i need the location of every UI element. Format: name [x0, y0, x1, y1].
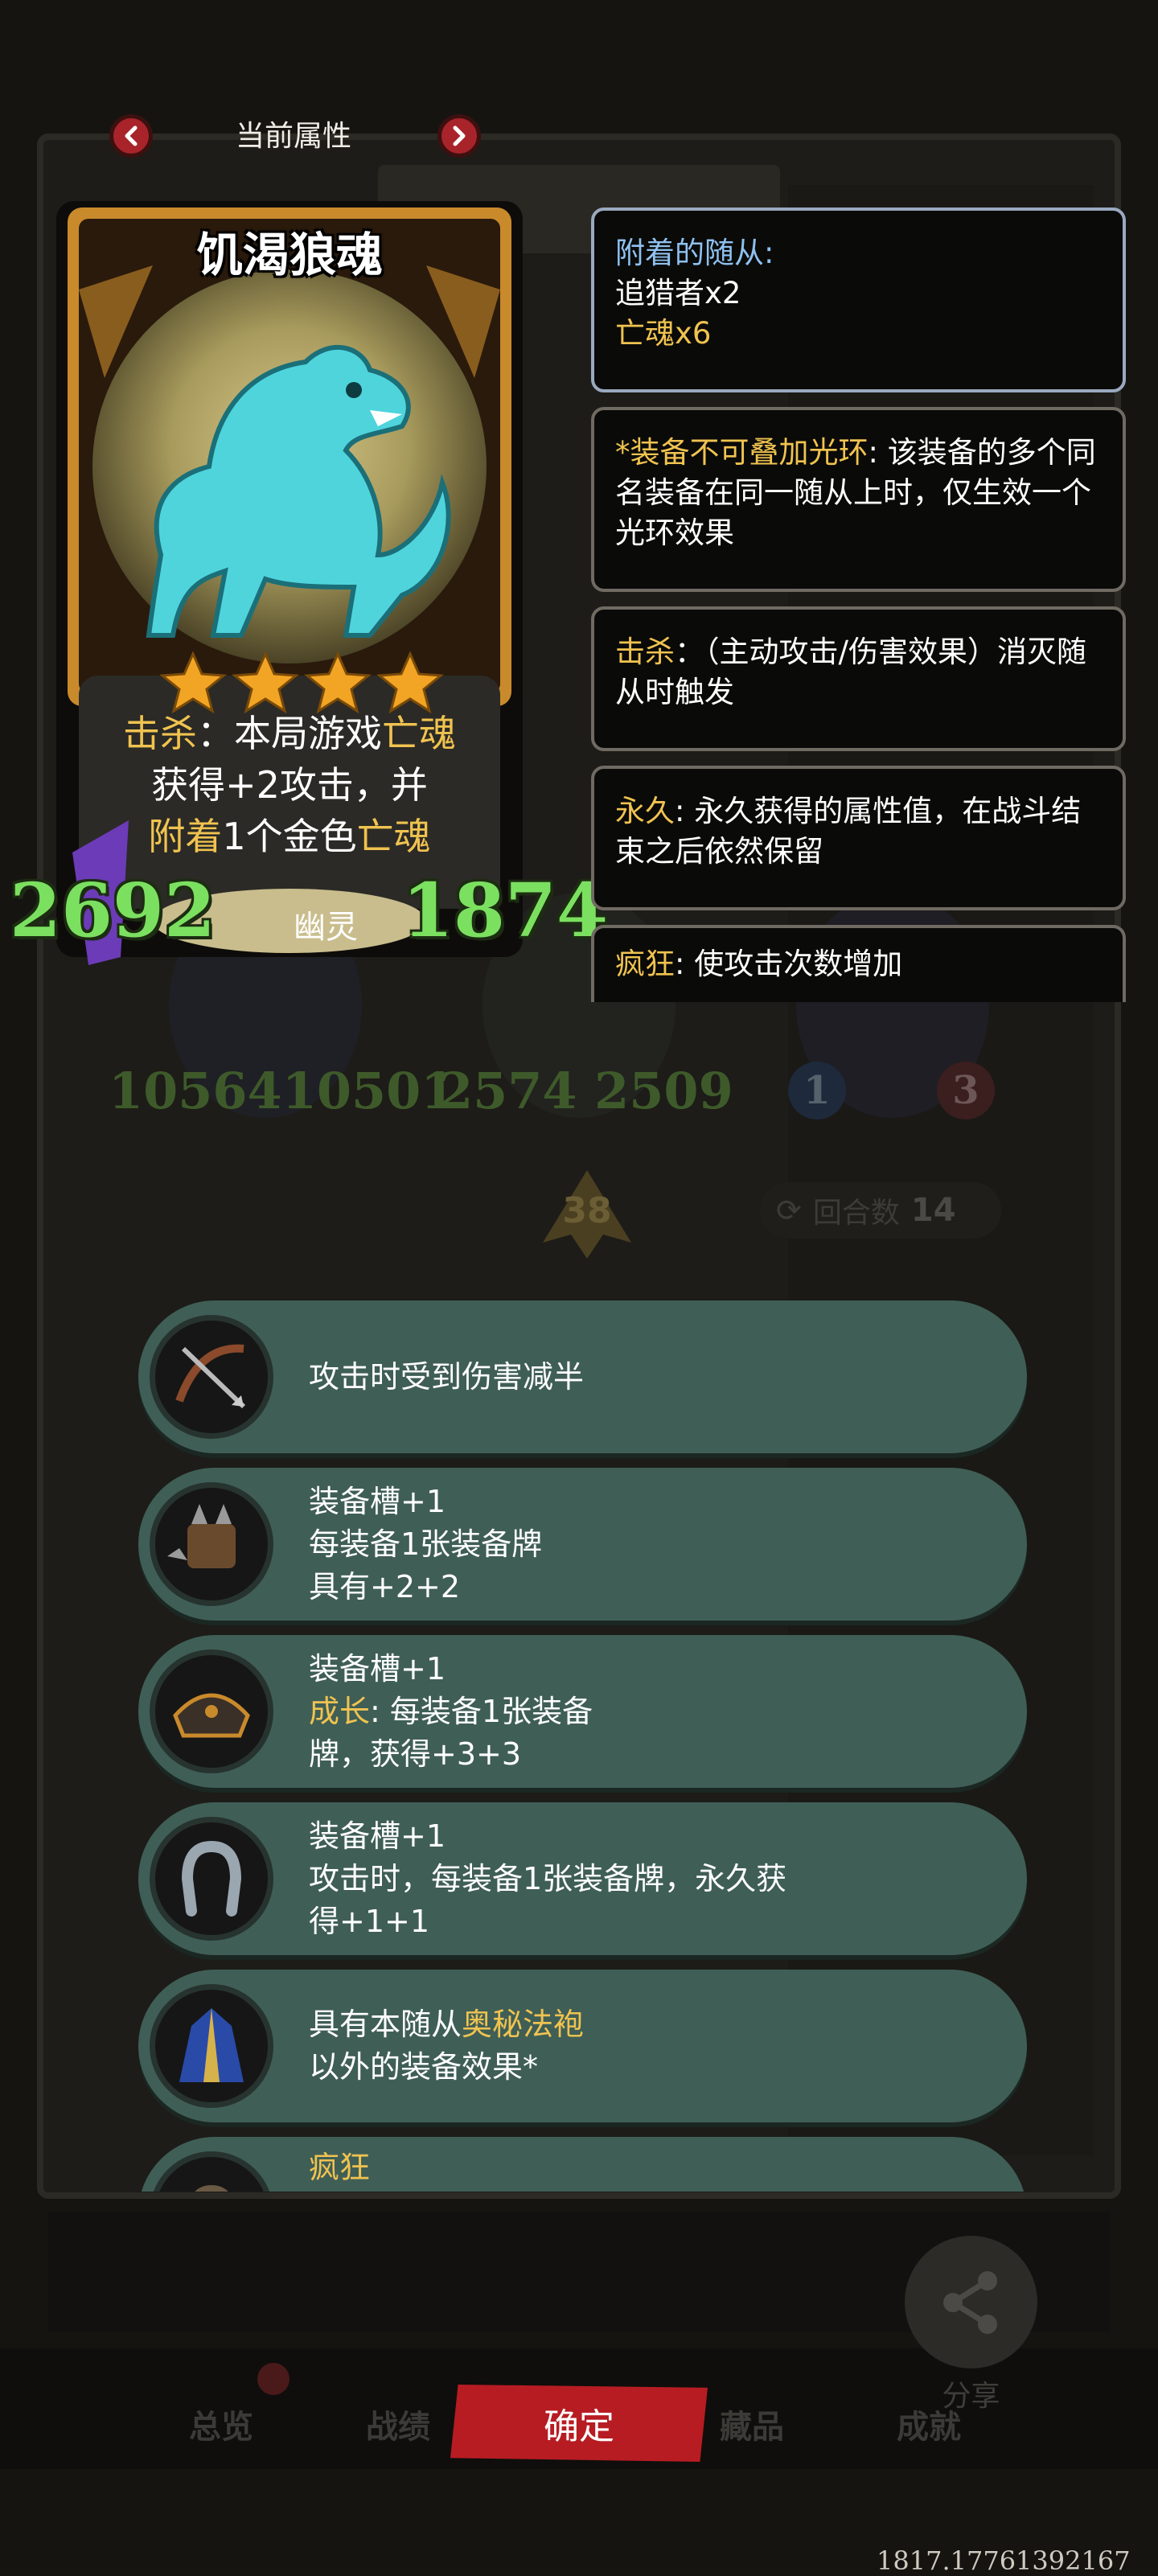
soul-keyword: 亡魂 — [382, 712, 456, 755]
tribe-label: 幽灵 — [294, 909, 358, 946]
page-title: 当前属性 — [235, 120, 351, 153]
bg-badge-b-value: 3 — [952, 1068, 979, 1113]
bg-badge-a-value: 1 — [803, 1068, 831, 1113]
attached-item-hunter: 追猎者x2 — [615, 276, 741, 310]
chevron-left-icon — [125, 125, 138, 146]
attached-minions-panel: 附着的随从: 追猎者x2 亡魂x6 — [591, 207, 1126, 392]
notification-badge — [257, 2363, 290, 2395]
ghost-wolf-art — [146, 345, 451, 638]
bg-tier-value: 38 — [562, 1190, 612, 1231]
bg-round-label: 回合数 — [812, 1197, 900, 1230]
card-name: 饥渴狼魂 — [195, 228, 383, 282]
permanent-text: : 永久获得的属性值，在战斗结束之后依然保留 — [615, 794, 1082, 869]
card-desc-line-2: 获得+2攻击，并 — [151, 763, 428, 807]
attack-value: 2692 — [10, 867, 216, 954]
bg-round-counter: ⟳ 回合数 14 — [760, 1182, 1001, 1239]
minion-card: 饥渴狼魂 击杀：本局游戏亡魂 获得+2攻击，并 附着1个金色亡魂 2692 幽灵… — [10, 193, 608, 973]
attach-keyword: 附着 — [148, 815, 223, 858]
kill-keyword: 击杀 — [123, 712, 197, 755]
nav-tab-achievements[interactable]: 成就 — [897, 2401, 961, 2447]
nav-tab-records[interactable]: 战绩 — [366, 2401, 430, 2447]
prev-arrow-button[interactable] — [109, 114, 153, 158]
frenzy-keyword: 疯狂 — [615, 947, 675, 981]
aura-rule-panel: *装备不可叠加光环: 该装备的多个同名装备在同一随从上时，仅生效一个光环效果 — [591, 407, 1126, 592]
star-icon — [304, 651, 372, 714]
next-arrow-button[interactable] — [437, 114, 481, 158]
card-desc-line-3: 附着1个金色亡魂 — [96, 811, 482, 862]
card-description: 击杀：本局游戏亡魂 获得+2攻击，并 附着1个金色亡魂 — [96, 708, 482, 862]
kill-rule-keyword: 击杀 — [615, 635, 675, 669]
confirm-button[interactable]: 确定 — [450, 2385, 708, 2462]
star-icon — [159, 651, 227, 714]
bg-stat-numbers-mid: 2574 2509 — [438, 1062, 733, 1120]
chevron-right-icon — [453, 125, 466, 146]
frenzy-text: : 使攻击次数增加 — [675, 947, 903, 981]
frenzy-rule-panel: 疯狂: 使攻击次数增加 — [591, 925, 1126, 1002]
soul-keyword-2: 亡魂 — [356, 815, 431, 858]
card-desc-text-3: 1个金色 — [222, 815, 357, 858]
permanent-rule-panel: 永久: 永久获得的属性值，在战斗结束之后依然保留 — [591, 766, 1126, 910]
aura-keyword: *装备不可叠加光环 — [615, 435, 868, 470]
bg-tier-marker: 38 — [539, 1166, 635, 1263]
bg-stat-numbers-left: 1056410501 — [109, 1062, 456, 1120]
nav-tab-collection[interactable]: 藏品 — [720, 2401, 784, 2447]
nav-tab-overview[interactable]: 总览 — [189, 2401, 253, 2447]
star-icon — [376, 651, 444, 714]
attached-title: 附着的随从: — [615, 236, 774, 270]
share-button[interactable] — [905, 2236, 1037, 2369]
bg-stat-badge-a: 1 — [788, 1062, 846, 1120]
kill-rule-panel: 击杀：（主动攻击/伤害效果）消灭随从时触发 — [591, 606, 1126, 751]
card-desc-line-1: 击杀：本局游戏亡魂 — [96, 708, 482, 759]
star-icon — [232, 651, 299, 714]
footer-id: 1817.17761392167 — [877, 2545, 1131, 2576]
refresh-icon: ⟳ — [776, 1193, 802, 1228]
kill-rule-text: ：（主动攻击/伤害效果）消灭随从时触发 — [615, 635, 1086, 709]
health-value: 1874 — [402, 867, 609, 954]
attached-item-soul: 亡魂x6 — [615, 316, 712, 351]
share-icon — [942, 2270, 997, 2334]
card-desc-text-1: ：本局游戏 — [197, 712, 382, 755]
bg-stat-badge-b: 3 — [937, 1062, 995, 1120]
bg-round-value: 14 — [910, 1192, 956, 1229]
permanent-keyword: 永久 — [615, 794, 675, 828]
